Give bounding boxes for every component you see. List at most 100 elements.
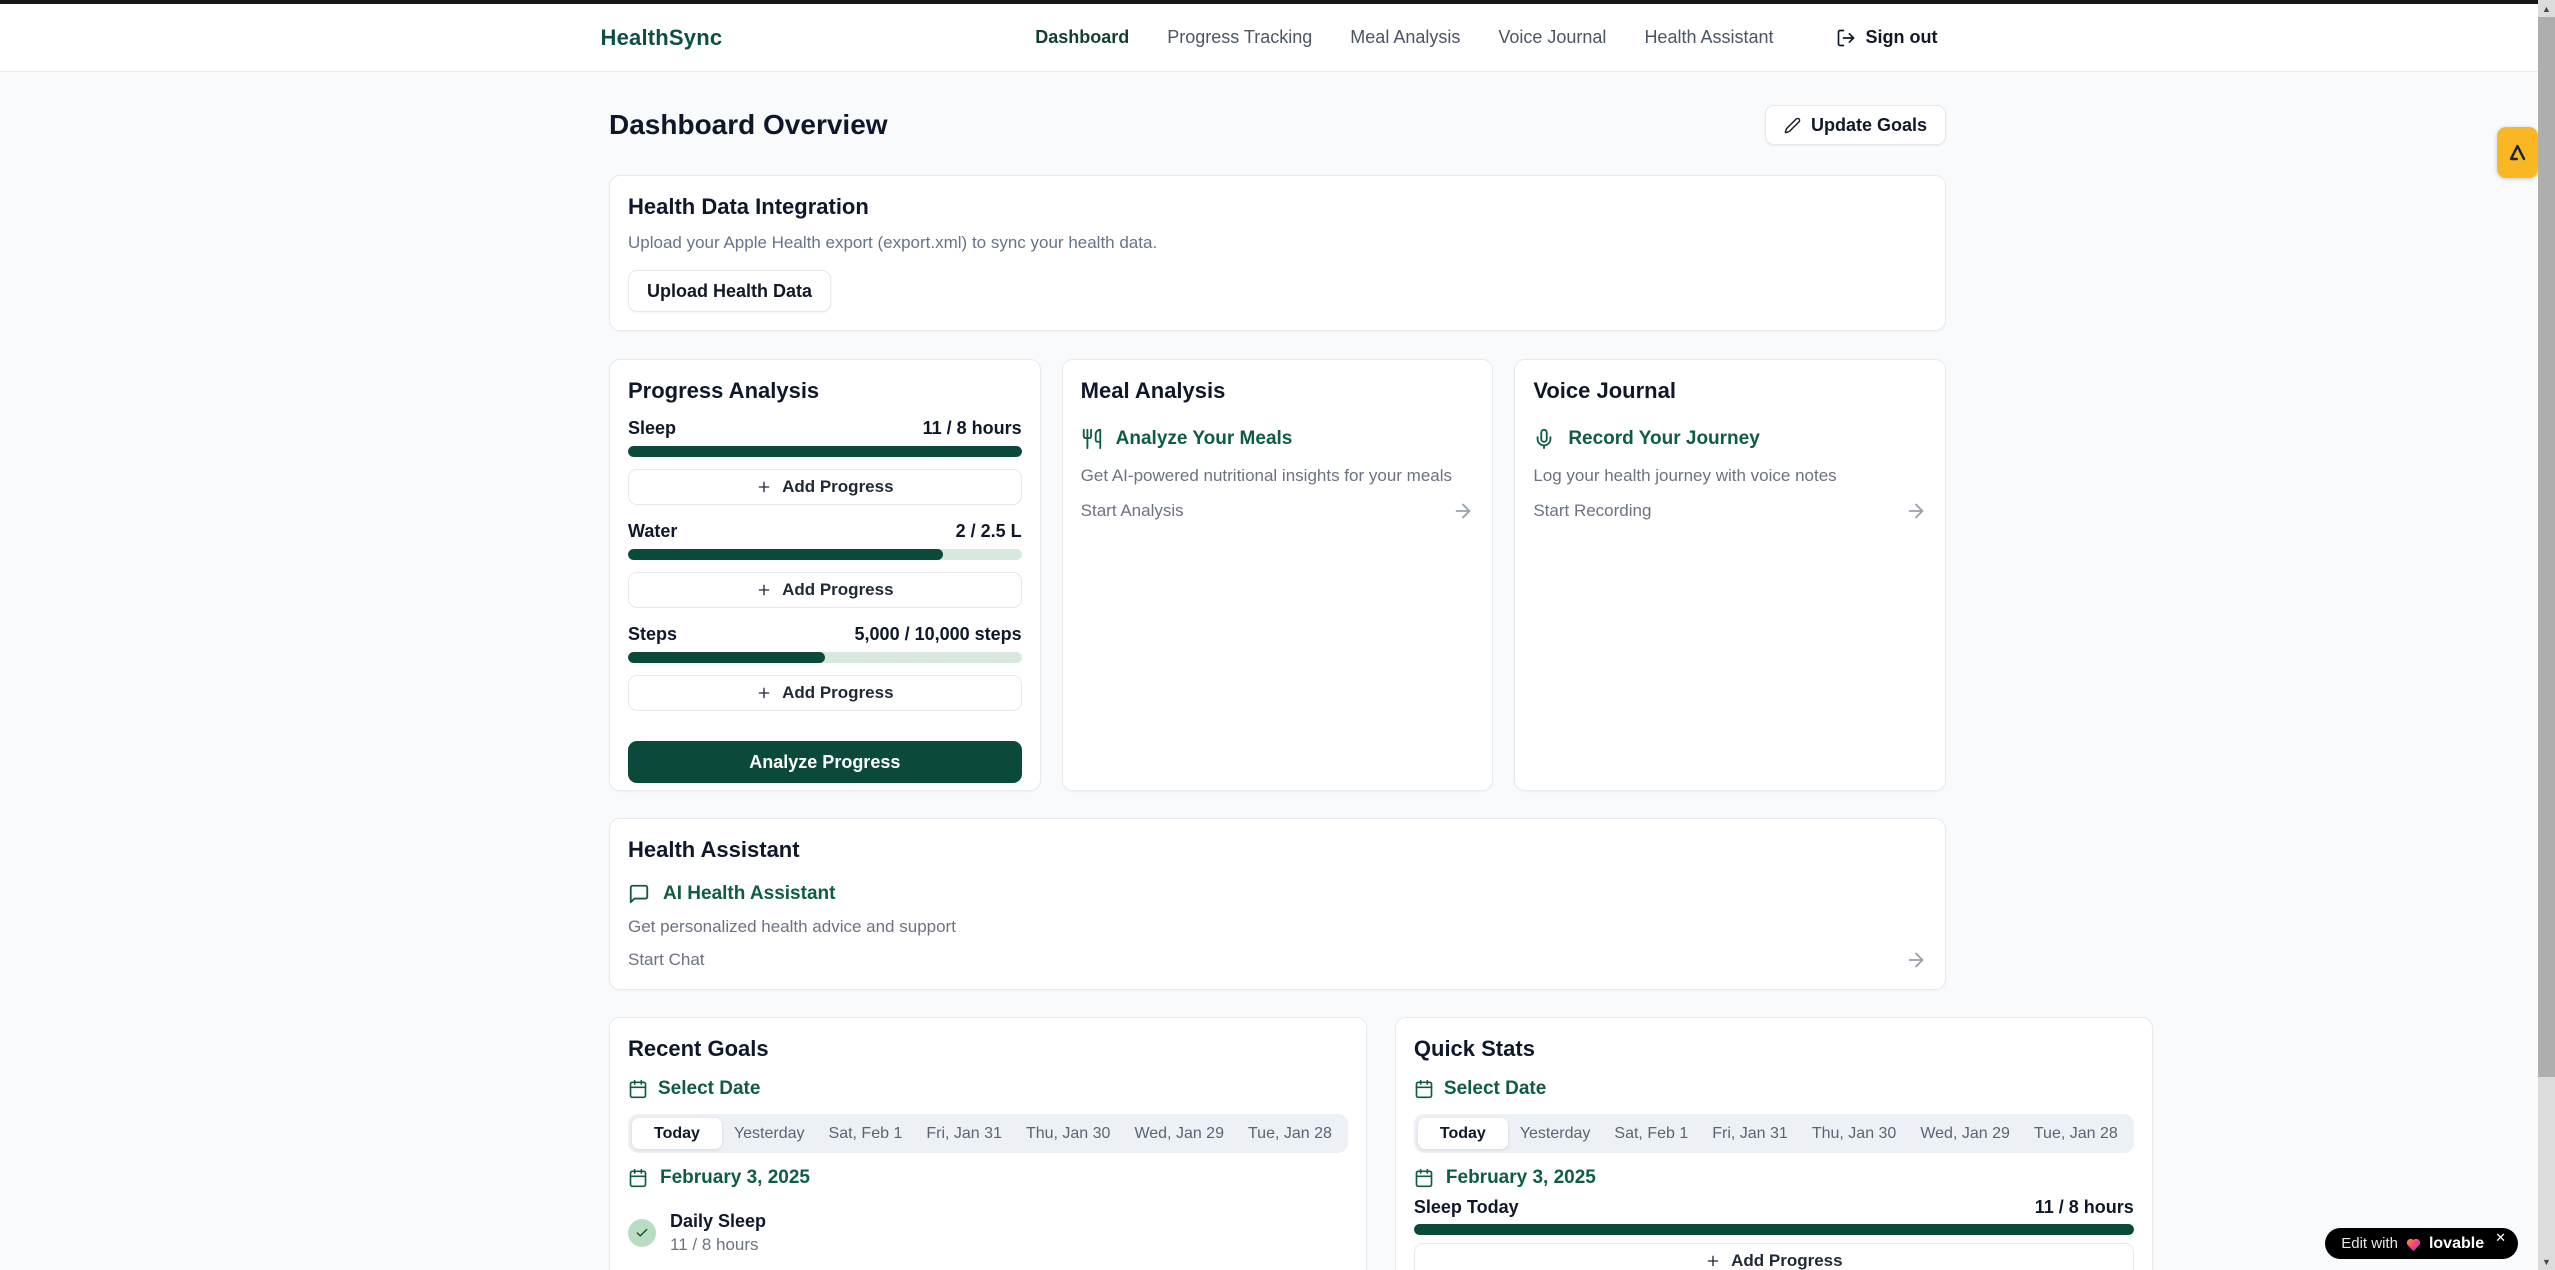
goal-progress-bar — [628, 652, 1022, 663]
start-recording-row[interactable]: Start Recording — [1533, 500, 1927, 522]
meal-analysis-card: Meal Analysis Analyze Your Meals Get AI-… — [1062, 359, 1494, 791]
nav-item-meal-analysis[interactable]: Meal Analysis — [1350, 27, 1460, 48]
scrollbar-thumb[interactable] — [2538, 17, 2555, 1077]
gradient-heart-icon — [2405, 1236, 2422, 1252]
date-tab-sat-feb-1[interactable]: Sat, Feb 1 — [817, 1118, 915, 1149]
meal-analysis-title: Meal Analysis — [1081, 378, 1475, 404]
nav-item-voice-journal[interactable]: Voice Journal — [1498, 27, 1606, 48]
voice-journal-description: Log your health journey with voice notes — [1533, 466, 1927, 486]
health-data-integration-card: Health Data Integration Upload your Appl… — [609, 175, 1946, 331]
quick-stats-date-tabs: TodayYesterdaySat, Feb 1Fri, Jan 31Thu, … — [1414, 1114, 2134, 1153]
top-navigation: HealthSync Dashboard Progress Tracking Mea… — [0, 4, 2538, 72]
date-tab-sat-feb-1[interactable]: Sat, Feb 1 — [1602, 1118, 1700, 1149]
chat-bubble-icon — [628, 883, 650, 905]
nav-item-health-assistant[interactable]: Health Assistant — [1644, 27, 1773, 48]
scroll-down-arrow[interactable]: ▼ — [2538, 1253, 2555, 1270]
nav-item-progress-tracking[interactable]: Progress Tracking — [1167, 27, 1312, 48]
stat-value: 11 / 8 hours — [2035, 1197, 2134, 1218]
date-tab-wed-jan-29[interactable]: Wed, Jan 29 — [1908, 1118, 2022, 1149]
update-goals-button[interactable]: Update Goals — [1765, 105, 1946, 145]
goal-header-row: Sleep 11 / 8 hours — [628, 418, 1022, 439]
check-icon — [635, 1226, 649, 1240]
goal-header-row: Water2 / 2.5 L — [628, 521, 1022, 542]
health-assistant-card: Health Assistant AI Health Assistant Get… — [609, 818, 1946, 990]
start-analysis-row[interactable]: Start Analysis — [1081, 500, 1475, 522]
microphone-icon — [1533, 428, 1555, 450]
date-tab-today[interactable]: Today — [1418, 1118, 1508, 1149]
scroll-up-arrow[interactable]: ▲ — [2538, 0, 2555, 17]
goal-water: Water2 / 2.5 L Add Progress — [628, 521, 1022, 608]
goal-value: 5,000 / 10,000 steps — [855, 624, 1022, 645]
date-tab-thu-jan-30[interactable]: Thu, Jan 30 — [1800, 1118, 1909, 1149]
analyze-your-meals-link[interactable]: Analyze Your Meals — [1081, 428, 1475, 450]
upload-health-data-button[interactable]: Upload Health Data — [628, 270, 831, 312]
add-progress-button[interactable]: Add Progress — [628, 572, 1022, 608]
quick-stats-bar-fill — [1414, 1224, 2134, 1235]
arrow-right-icon — [1905, 949, 1927, 971]
vertical-scrollbar[interactable]: ▲ ▼ — [2538, 0, 2555, 1270]
plus-icon — [756, 685, 772, 701]
browser-extension-button[interactable] — [2497, 127, 2538, 178]
date-tab-tue-jan-28[interactable]: Tue, Jan 28 — [1236, 1118, 1344, 1149]
date-tab-wed-jan-29[interactable]: Wed, Jan 29 — [1122, 1118, 1236, 1149]
goal-value: 11 / 8 hours — [923, 418, 1022, 439]
analyze-progress-button[interactable]: Analyze Progress — [628, 741, 1022, 783]
badge-close-icon[interactable]: ✕ — [2495, 1230, 2506, 1246]
record-your-journey-link[interactable]: Record Your Journey — [1533, 428, 1927, 450]
edit-with-lovable-badge[interactable]: Edit with lovable ✕ — [2325, 1228, 2518, 1259]
pencil-icon — [1784, 117, 1801, 134]
recent-goals-select-date[interactable]: Select Date — [628, 1078, 1348, 1100]
recent-goal-item: Daily Sleep 11 / 8 hours — [628, 1211, 1348, 1255]
goal-label: Water — [628, 521, 677, 542]
add-progress-button[interactable]: Add Progress — [628, 675, 1022, 711]
goal-progress-fill — [628, 446, 1022, 457]
sign-out-button[interactable]: Sign out — [1836, 27, 1938, 48]
calendar-icon — [628, 1168, 648, 1188]
voice-journal-card: Voice Journal Record Your Journey Log yo… — [1514, 359, 1946, 791]
date-tab-fri-jan-31[interactable]: Fri, Jan 31 — [914, 1118, 1014, 1149]
calendar-icon — [1414, 1079, 1434, 1099]
arrow-right-icon — [1905, 500, 1927, 522]
ai-health-assistant-link[interactable]: AI Health Assistant — [628, 883, 1927, 905]
nav-links: Dashboard Progress Tracking Meal Analysis V… — [1035, 27, 1937, 48]
log-out-icon — [1836, 28, 1856, 48]
calendar-icon — [628, 1079, 648, 1099]
goal-list: Sleep11 / 8 hoursAdd ProgressWater2 / 2.… — [628, 418, 1022, 711]
add-progress-button[interactable]: Add Progress — [628, 469, 1022, 505]
goal-label: Sleep — [628, 418, 676, 439]
main-content: Dashboard Overview Update Goals Health D… — [609, 0, 1946, 1270]
date-tab-fri-jan-31[interactable]: Fri, Jan 31 — [1700, 1118, 1800, 1149]
recent-goals-card: Recent Goals Select Date TodayYesterdayS… — [609, 1017, 1367, 1270]
date-tab-thu-jan-30[interactable]: Thu, Jan 30 — [1014, 1118, 1123, 1149]
date-tab-today[interactable]: Today — [632, 1118, 722, 1149]
date-tab-yesterday[interactable]: Yesterday — [722, 1118, 817, 1149]
goal-label: Steps — [628, 624, 677, 645]
sleep-today-progress-bar — [1414, 1224, 2134, 1235]
start-chat-row[interactable]: Start Chat — [628, 949, 1927, 971]
page-title: Dashboard Overview — [609, 109, 888, 141]
goal-progress-bar — [628, 446, 1022, 457]
date-tab-tue-jan-28[interactable]: Tue, Jan 28 — [2022, 1118, 2130, 1149]
stat-label: Sleep Today — [1414, 1197, 1519, 1218]
plus-icon — [1705, 1253, 1721, 1269]
health-assistant-description: Get personalized health advice and suppo… — [628, 917, 1927, 937]
goal-item-value: 11 / 8 hours — [670, 1235, 766, 1255]
recent-goals-date: February 3, 2025 — [628, 1167, 1348, 1189]
app-screen: HealthSync Dashboard Progress Tracking Mea… — [0, 0, 2555, 1270]
recent-goals-title: Recent Goals — [628, 1036, 1348, 1062]
recent-goals-date-tabs: TodayYesterdaySat, Feb 1Fri, Jan 31Thu, … — [628, 1114, 1348, 1153]
quick-stats-date: February 3, 2025 — [1414, 1167, 2134, 1189]
app-logo: HealthSync — [601, 25, 723, 51]
quick-stats-select-date[interactable]: Select Date — [1414, 1078, 2134, 1100]
plus-icon — [756, 582, 772, 598]
quick-stats-title: Quick Stats — [1414, 1036, 2134, 1062]
goal-steps: Steps 5,000 / 10,000 steps Add Progress — [628, 624, 1022, 711]
plus-icon — [756, 479, 772, 495]
add-progress-button[interactable]: Add Progress — [1414, 1243, 2134, 1270]
integration-description: Upload your Apple Health export (export.… — [628, 233, 1927, 253]
sleep-today-row: Sleep Today 11 / 8 hours — [1414, 1197, 2134, 1218]
nav-item-dashboard[interactable]: Dashboard — [1035, 27, 1129, 48]
date-tab-yesterday[interactable]: Yesterday — [1508, 1118, 1603, 1149]
integration-title: Health Data Integration — [628, 194, 1927, 220]
meal-analysis-description: Get AI-powered nutritional insights for … — [1081, 466, 1475, 486]
